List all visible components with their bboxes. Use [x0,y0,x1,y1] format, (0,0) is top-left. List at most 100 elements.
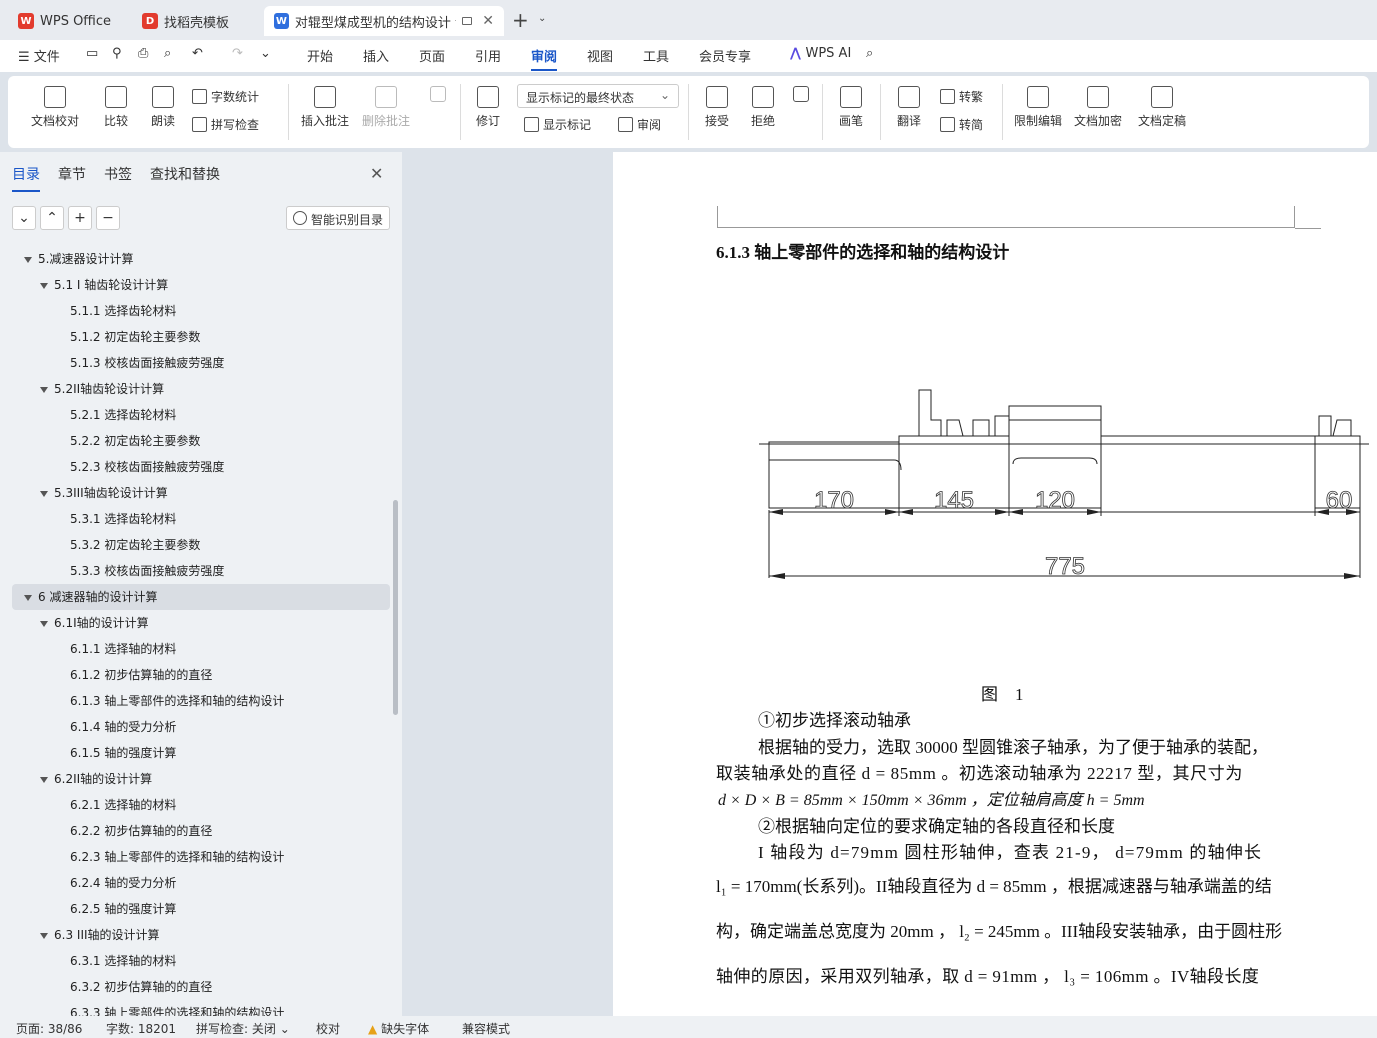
sidebar-scrollbar[interactable] [393,500,398,715]
collapse-up-button[interactable]: ⌃ [40,206,64,230]
compare-button[interactable]: 比较 [96,86,136,129]
tab-template[interactable]: D 找稻壳模板 [132,6,260,36]
toc-item[interactable]: 6.1.3 轴上零部件的选择和轴的结构设计 [70,688,284,714]
toc-item[interactable]: 6.3.2 初步估算轴的的直径 [70,974,212,1000]
toc-item[interactable]: 5.2.3 校核齿面接触疲劳强度 [70,454,224,480]
menu-review[interactable]: 审阅 [531,46,558,71]
sidebar-tab-toc[interactable]: 目录 [12,164,40,192]
toc-item[interactable]: 6.1I轴的设计计算 [40,610,149,636]
close-tab-icon[interactable]: ✕ [482,13,494,29]
sidebar-tab-find-replace[interactable]: 查找和替换 [150,164,220,184]
proof-status[interactable]: 校对 [316,1020,340,1037]
menu-insert[interactable]: 插入 [363,46,389,65]
toc-item[interactable]: 6.2.3 轴上零部件的选择和轴的结构设计 [70,844,284,870]
redo-icon[interactable]: ↷ [232,46,243,61]
toc-item[interactable]: 5.1.1 选择齿轮材料 [70,298,176,324]
to-traditional-button[interactable]: 转繁 [940,88,983,105]
page-indicator[interactable]: 页面: 38/86 [16,1020,82,1037]
expand-down-button[interactable]: ⌄ [12,206,36,230]
expand-triangle-icon[interactable] [40,776,48,783]
toc-item[interactable]: 5.3.3 校核齿面接触疲劳强度 [70,558,224,584]
show-markup-button[interactable]: 显示标记 [524,116,591,133]
undo-icon[interactable]: ↶ [192,46,203,61]
toc-item[interactable]: 5.1.3 校核齿面接触疲劳强度 [70,350,224,376]
document-page[interactable]: 6.1.3 轴上零部件的选择和轴的结构设计 170 145 120 60 775… [613,152,1377,1016]
print-icon[interactable]: ⎙ [138,46,148,61]
tab-wps-office[interactable]: W WPS Office [8,6,123,36]
toc-item[interactable]: 5.3III轴齿轮设计计算 [40,480,168,506]
toc-item[interactable]: 5.3.1 选择齿轮材料 [70,506,176,532]
restrict-editing-button[interactable]: 限制编辑 [1012,86,1064,129]
menu-references[interactable]: 引用 [475,46,501,65]
to-simplified-button[interactable]: 转简 [940,116,983,133]
proof-button[interactable]: 文档校对 [26,86,84,129]
pen-button[interactable]: 画笔 [834,86,868,129]
finalize-document-button[interactable]: 文档定稿 [1132,86,1192,129]
expand-triangle-icon[interactable] [40,932,48,939]
toc-item[interactable]: 6.2.5 轴的强度计算 [70,896,176,922]
delete-comment-button[interactable]: 删除批注 [360,86,412,129]
review-pane-button[interactable]: 审阅 [618,116,661,133]
menu-tools[interactable]: 工具 [643,46,669,65]
expand-triangle-icon[interactable] [24,256,32,263]
toc-item[interactable]: 6 减速器轴的设计计算 [12,584,390,610]
tab-document[interactable]: W 对辊型煤成型机的结构设计 设 ✕ [264,6,504,36]
encrypt-document-button[interactable]: 文档加密 [1072,86,1124,129]
tab-list-chevron-icon[interactable]: ⌄ [538,13,546,24]
quick-access-chevron-icon[interactable]: ⌄ [260,46,271,61]
menu-vip[interactable]: 会员专享 [699,46,751,65]
expand-triangle-icon[interactable] [40,490,48,497]
new-tab-button[interactable]: + [512,8,529,32]
expand-triangle-icon[interactable] [40,620,48,627]
toc-item[interactable]: 6.2.4 轴的受力分析 [70,870,176,896]
toc-item[interactable]: 6.1.1 选择轴的材料 [70,636,176,662]
word-count-status[interactable]: 字数: 18201 [106,1020,176,1037]
smart-toc-button[interactable]: 智能识别目录 [286,206,390,230]
add-heading-button[interactable]: + [68,206,92,230]
toc-item[interactable]: 5.1 I 轴齿轮设计计算 [40,272,168,298]
search-icon[interactable]: ⌕ [866,46,873,61]
toc-item[interactable]: 5.2II轴齿轮设计计算 [40,376,164,402]
toc-item[interactable]: 5.2.2 初定齿轮主要参数 [70,428,200,454]
save-icon[interactable]: ▭ [86,46,98,61]
prev-change-button[interactable] [792,86,810,106]
toc-item[interactable]: 5.3.2 初定齿轮主要参数 [70,532,200,558]
toc-item[interactable]: 6.2.2 初步估算轴的的直径 [70,818,212,844]
file-menu[interactable]: ☰ 文件 [18,46,60,65]
word-count-button[interactable]: 字数统计 [192,88,259,105]
spell-check-status[interactable]: 拼写检查: 关闭 ⌄ [196,1020,290,1037]
missing-font-status[interactable]: ▲ 缺失字体 [368,1020,429,1037]
read-aloud-button[interactable]: 朗读 [146,86,180,129]
toc-item[interactable]: 6.2II轴的设计计算 [40,766,152,792]
toc-item[interactable]: 6.1.2 初步估算轴的的直径 [70,662,212,688]
expand-triangle-icon[interactable] [40,282,48,289]
expand-triangle-icon[interactable] [24,594,32,601]
remove-heading-button[interactable]: − [96,206,120,230]
menu-wps-ai[interactable]: ⋀ WPS AI [790,46,851,61]
track-changes-button[interactable]: 修订 [470,86,506,129]
toc-item[interactable]: 5.1.2 初定齿轮主要参数 [70,324,200,350]
toc-item[interactable]: 5.减速器设计计算 [24,246,133,272]
menu-view[interactable]: 视图 [587,46,613,65]
prev-comment-button[interactable] [428,86,448,106]
spell-check-button[interactable]: 拼写检查 [192,116,259,133]
toc-item[interactable]: 6.3 III轴的设计计算 [40,922,160,948]
toc-item[interactable]: 6.3.1 选择轴的材料 [70,948,176,974]
close-pane-icon[interactable]: ✕ [370,164,383,183]
expand-triangle-icon[interactable] [40,386,48,393]
sidebar-tab-bookmarks[interactable]: 书签 [104,164,132,184]
accept-button[interactable]: 接受 [700,86,734,129]
toc-item[interactable]: 6.1.4 轴的受力分析 [70,714,176,740]
insert-comment-button[interactable]: 插入批注 [300,86,350,129]
print-preview-icon[interactable]: ⌕ [164,46,171,61]
menu-page[interactable]: 页面 [419,46,445,65]
menu-start[interactable]: 开始 [307,46,333,65]
toc-item[interactable]: 6.1.5 轴的强度计算 [70,740,176,766]
reject-button[interactable]: 拒绝 [746,86,780,129]
toc-item[interactable]: 6.2.1 选择轴的材料 [70,792,176,818]
sidebar-tab-chapters[interactable]: 章节 [58,164,86,184]
translate-button[interactable]: 翻译 [892,86,926,129]
markup-status-select[interactable]: 显示标记的最终状态 ⌄ [517,84,679,108]
share-icon[interactable]: ⚲ [112,46,122,61]
toc-item[interactable]: 5.2.1 选择齿轮材料 [70,402,176,428]
